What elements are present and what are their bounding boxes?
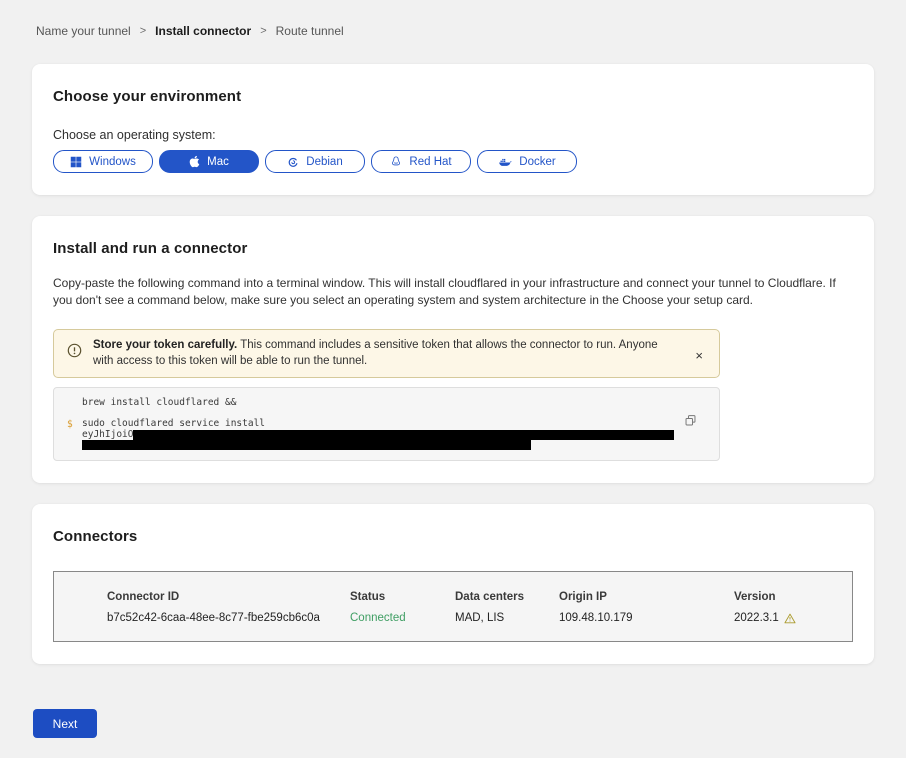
connectors-card-title: Connectors [53,528,853,545]
os-button-label: Windows [89,156,136,168]
column-header-data-centers: Data centers [455,591,559,603]
install-connector-card: Install and run a connector Copy-paste t… [32,216,874,483]
shell-prompt: $ [67,419,73,430]
connectors-card: Connectors Connector ID Status Data cent… [32,504,874,664]
breadcrumb-item-route-tunnel[interactable]: Route tunnel [276,24,344,38]
warning-circle-icon [67,343,82,363]
windows-logo-icon [70,156,82,168]
warning-text: Store your token carefully. This command… [93,338,691,369]
breadcrumb-item-name-your-tunnel[interactable]: Name your tunnel [36,24,131,38]
redhat-logo-icon [390,155,402,168]
debian-logo-icon [287,156,299,168]
column-header-connector-id: Connector ID [107,591,350,603]
next-button[interactable]: Next [33,709,97,738]
warning-title: Store your token carefully. [93,339,237,351]
apple-logo-icon [189,155,200,168]
breadcrumb-separator: > [140,25,146,37]
origin-ip-value: 109.48.10.179 [559,612,734,624]
os-button-label: Debian [306,156,342,168]
status-badge: Connected [350,612,455,624]
breadcrumb-separator: > [260,25,266,37]
os-button-mac[interactable]: Mac [159,150,259,173]
column-header-origin-ip: Origin IP [559,591,734,603]
token-warning-banner: Store your token carefully. This command… [53,329,720,378]
tunnel-setup-page: Name your tunnel > Install connector > R… [0,0,906,758]
environment-card-title: Choose your environment [53,88,853,105]
os-button-label: Red Hat [409,156,451,168]
connectors-table-header: Connector ID Status Data centers Origin … [107,591,852,603]
redacted-token-bar [82,440,531,450]
token-prefix: eyJhIjoiO [82,429,133,440]
column-header-version: Version [734,591,852,603]
code-line-brew-install: brew install cloudflared && [82,398,719,409]
copy-icon[interactable] [684,414,697,430]
breadcrumb-item-install-connector[interactable]: Install connector [155,24,251,38]
install-card-description: Copy-paste the following command into a … [53,275,853,309]
docker-logo-icon [498,156,512,168]
choose-environment-card: Choose your environment Choose an operat… [32,64,874,195]
os-button-label: Mac [207,156,229,168]
install-command-code-block[interactable]: $ brew install cloudflared && sudo cloud… [53,387,720,461]
breadcrumb: Name your tunnel > Install connector > R… [32,24,874,38]
os-button-redhat[interactable]: Red Hat [371,150,471,173]
os-select-label: Choose an operating system: [53,128,853,142]
code-line-sudo-install: sudo cloudflared service install [82,419,719,430]
redacted-token-bar [133,430,674,440]
version-number: 2022.3.1 [734,612,779,624]
data-centers-value: MAD, LIS [455,612,559,624]
os-button-windows[interactable]: Windows [53,150,153,173]
code-line-token-2 [82,440,719,451]
install-card-title: Install and run a connector [53,240,853,257]
os-button-debian[interactable]: Debian [265,150,365,173]
version-value: 2022.3.1 [734,612,852,624]
connector-table-row: b7c52c42-6caa-48ee-8c77-fbe259cb6c0a Con… [107,612,852,624]
code-line-token: eyJhIjoiO [82,430,719,441]
os-button-group: Windows Mac Debian Red Hat [53,150,853,173]
connectors-table: Connector ID Status Data centers Origin … [53,571,853,642]
os-button-docker[interactable]: Docker [477,150,577,173]
column-header-status: Status [350,591,455,603]
os-button-label: Docker [519,156,555,168]
close-icon[interactable]: × [691,347,707,364]
connector-id-value: b7c52c42-6caa-48ee-8c77-fbe259cb6c0a [107,612,350,624]
warning-triangle-icon [784,613,796,624]
